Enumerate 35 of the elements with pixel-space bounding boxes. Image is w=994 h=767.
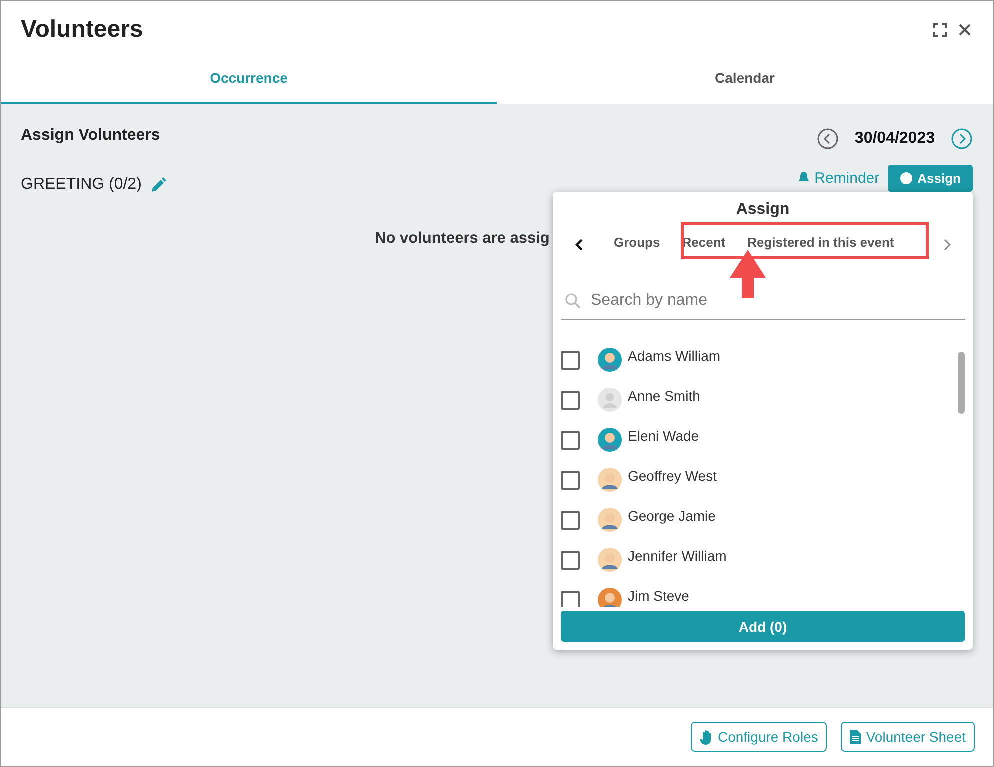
search-field[interactable]: Search by name [589,291,961,311]
person-name[interactable]: Adams William [628,348,721,364]
hand-icon [700,730,713,744]
previous-icon[interactable] [816,128,839,150]
checkbox[interactable] [561,510,580,530]
next-icon[interactable] [951,128,973,150]
fullscreen-icon[interactable] [933,23,947,37]
person-name[interactable]: Jennifer William [628,548,727,564]
window-title: Volunteers [21,16,144,44]
person-name[interactable]: George Jamie [628,508,716,524]
popup-tab[interactable]: Groups [608,230,666,260]
search-icon [565,293,581,309]
person-name[interactable]: Anne Smith [628,388,700,404]
document-icon [850,730,862,744]
checkbox[interactable] [561,550,580,570]
person-name[interactable]: Eleni Wade [628,428,700,444]
checkbox[interactable] [561,470,580,490]
date-label: 30/04/2023 [854,130,935,148]
checkbox[interactable] [561,430,580,450]
empty-message: No volunteers are assig [375,230,550,248]
checkbox[interactable] [561,390,580,410]
role-label: GREETING (0/2) [21,176,142,194]
chevron-right-icon[interactable] [943,239,951,251]
section-title: Assign Volunteers [21,127,160,145]
person-name[interactable]: Geoffrey West [628,468,717,484]
popup-title: Assign [735,201,791,219]
checkbox[interactable] [561,350,580,370]
popup-tab[interactable]: Registered in this event [742,230,900,260]
close-icon[interactable] [959,24,971,36]
scrollbar-thumb[interactable] [958,352,965,414]
chevron-left-icon[interactable] [575,239,584,251]
pointer-arrow [728,250,768,298]
person-name[interactable]: Jim Steve [628,588,690,604]
checkbox[interactable] [561,590,580,607]
pencil-icon[interactable] [150,176,167,194]
